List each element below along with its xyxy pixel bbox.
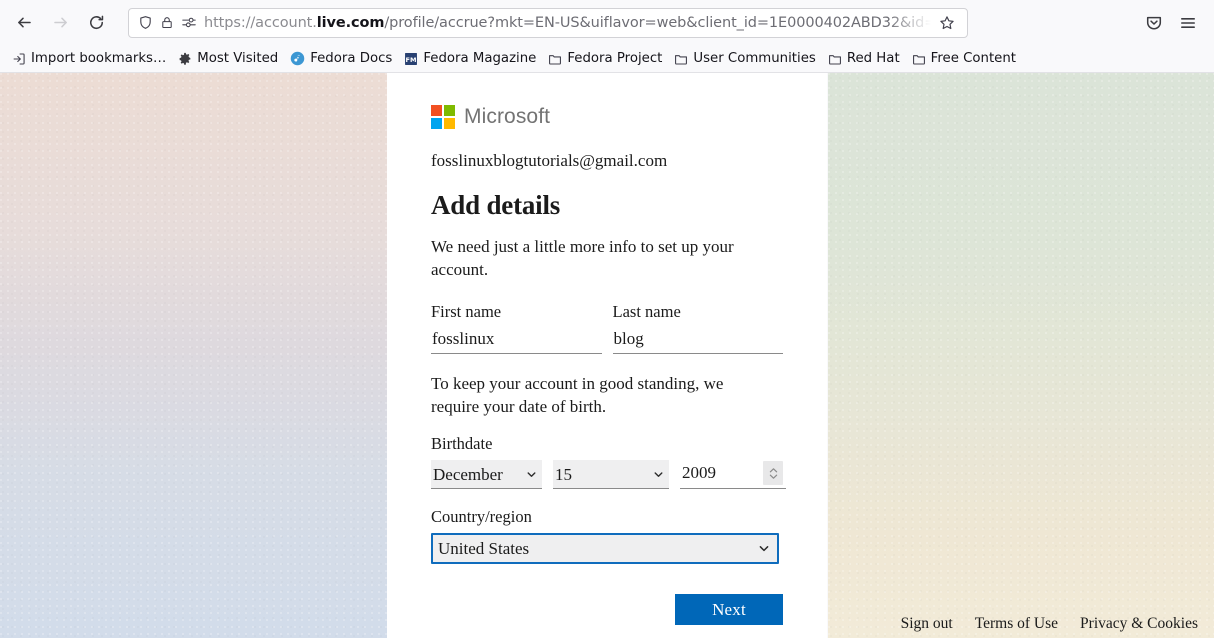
bookmark-label: Free Content [930, 51, 1016, 66]
birth-month-select[interactable]: December [431, 460, 542, 490]
background-right-panel [828, 73, 1214, 638]
bookmark-label: Most Visited [197, 51, 279, 66]
svg-text:FM: FM [406, 55, 417, 63]
background-texture [0, 73, 389, 638]
url-scheme: https://account. [204, 14, 317, 31]
url-path: /profile/accrue?mkt=EN-US&uiflavor=web&c… [384, 14, 931, 31]
last-name-label: Last name [612, 301, 681, 321]
birthdate-row: December 15 [431, 460, 786, 490]
microsoft-logo-icon [431, 105, 455, 129]
microsoft-wordmark: Microsoft [464, 105, 551, 128]
name-fields-row: First name Last name [431, 302, 783, 354]
url-text[interactable]: https://account.live.com/profile/accrue?… [204, 9, 931, 37]
footer-link-terms-of-use[interactable]: Terms of Use [975, 615, 1058, 633]
footer-link-sign-out[interactable]: Sign out [901, 615, 953, 633]
signup-card: Microsoft fosslinuxblogtutorials@gmail.c… [387, 73, 827, 638]
bookmark-free-content[interactable]: Free Content [906, 49, 1022, 68]
import-icon [12, 52, 26, 66]
web-page-viewport: Microsoft fosslinuxblogtutorials@gmail.c… [0, 73, 1214, 638]
folder-icon [912, 52, 926, 66]
country-field-group: Country/region United States [431, 507, 783, 565]
magazine-icon: FM [404, 52, 418, 66]
country-label: Country/region [431, 507, 532, 527]
bookmark-label: Fedora Magazine [423, 51, 537, 66]
footer-link-privacy-cookies[interactable]: Privacy & Cookies [1080, 615, 1198, 633]
first-name-label: First name [431, 301, 502, 321]
bookmark-label: Import bookmarks… [31, 51, 167, 66]
account-email: fosslinuxblogtutorials@gmail.com [431, 151, 668, 170]
birth-day-select[interactable]: 15 [553, 460, 669, 490]
actions-row: Next [431, 594, 783, 626]
hamburger-menu-icon[interactable] [1172, 7, 1204, 39]
birth-month-wrapper: December [431, 460, 542, 490]
reload-button[interactable] [80, 7, 112, 39]
bookmark-fedora-project[interactable]: Fedora Project [542, 49, 668, 68]
url-domain: live.com [316, 14, 385, 31]
microsoft-logo: Microsoft [431, 105, 783, 129]
bookmark-label: Red Hat [846, 51, 900, 66]
browser-navigation-toolbar: https://account.live.com/profile/accrue?… [0, 0, 1214, 45]
padlock-icon[interactable] [160, 15, 174, 30]
bookmark-user-communities[interactable]: User Communities [668, 49, 821, 68]
bookmark-label: Fedora Project [567, 51, 663, 66]
bookmark-star-icon[interactable] [933, 9, 961, 37]
page-title: Add details [431, 190, 561, 220]
first-name-input[interactable] [431, 327, 602, 354]
birth-year-wrapper [680, 460, 786, 490]
browser-window: https://account.live.com/profile/accrue?… [0, 0, 1214, 638]
bookmark-most-visited[interactable]: Most Visited [172, 49, 284, 68]
bookmark-import-bookmarks[interactable]: Import bookmarks… [6, 49, 172, 68]
folder-icon [548, 52, 562, 66]
last-name-field-group: Last name [612, 301, 783, 354]
page-footer: Sign out Terms of Use Privacy & Cookies [895, 612, 1204, 638]
birth-day-wrapper: 15 [553, 460, 669, 490]
toolbar-right-icons [1138, 7, 1206, 39]
page-description: We need just a little more info to set u… [431, 237, 734, 280]
next-button[interactable]: Next [675, 594, 783, 626]
bookmark-fedora-docs[interactable]: Fedora Docs [284, 49, 398, 68]
forward-button[interactable] [44, 7, 76, 39]
bookmark-red-hat[interactable]: Red Hat [822, 49, 906, 68]
fedora-icon [290, 51, 305, 66]
address-bar[interactable]: https://account.live.com/profile/accrue?… [128, 7, 968, 38]
first-name-field-group: First name [431, 302, 602, 354]
background-left-panel [0, 73, 389, 638]
country-select[interactable]: United States [431, 533, 779, 565]
background-texture [828, 73, 1214, 638]
back-button[interactable] [8, 7, 40, 39]
number-spinner-icon[interactable] [763, 461, 783, 486]
shield-icon[interactable] [138, 15, 153, 30]
birthdate-label: Birthdate [431, 434, 493, 454]
bookmarks-toolbar: Import bookmarks… Most Visited Fedora Do… [0, 45, 1214, 73]
folder-icon [674, 52, 688, 66]
bookmark-label: User Communities [693, 51, 816, 66]
birthdate-note: To keep your account in good standing, w… [431, 373, 724, 416]
folder-icon [828, 52, 842, 66]
country-select-wrapper: United States [431, 533, 779, 565]
bookmark-label: Fedora Docs [310, 51, 393, 66]
pocket-icon[interactable] [1138, 7, 1170, 39]
permissions-icon[interactable] [181, 15, 197, 30]
bookmark-fedora-magazine[interactable]: FM Fedora Magazine [398, 49, 542, 68]
gear-icon [178, 52, 192, 66]
last-name-input[interactable] [612, 327, 783, 354]
